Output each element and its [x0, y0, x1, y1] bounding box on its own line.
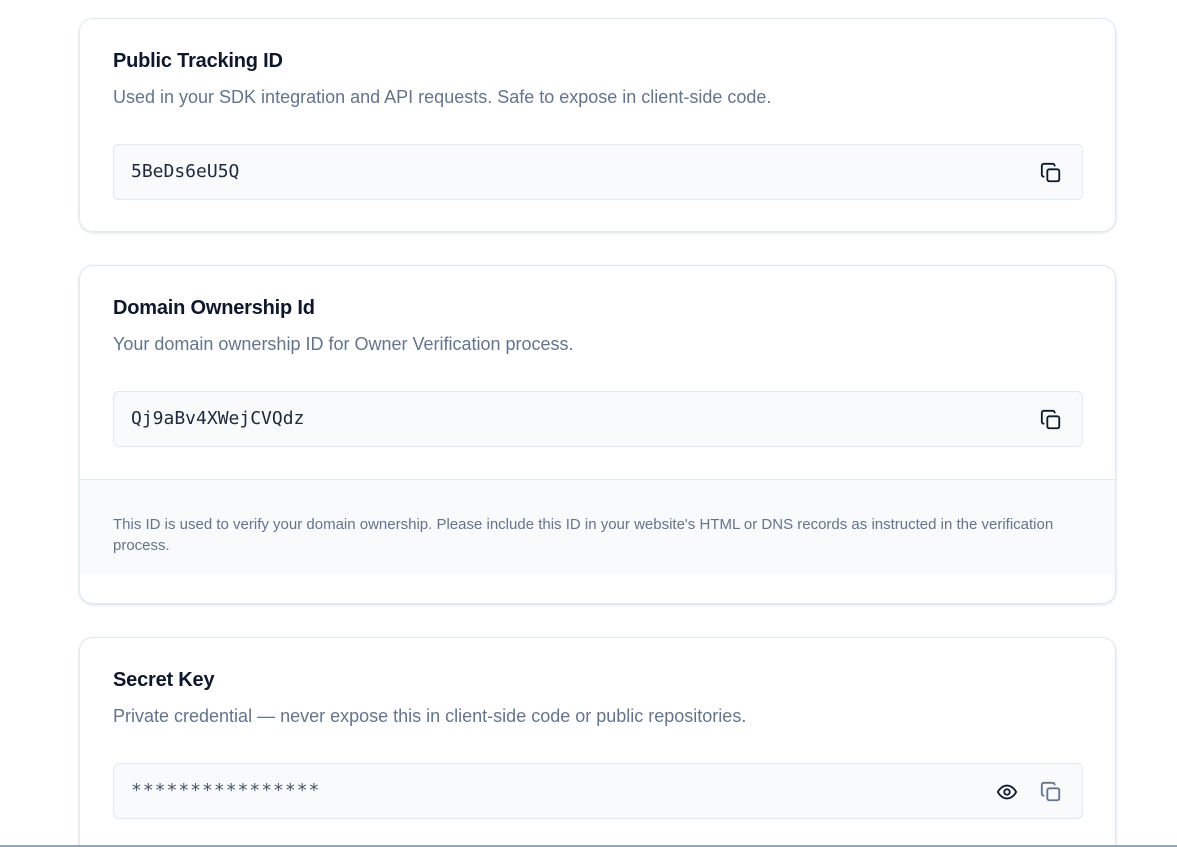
secret-key-masked-value: **************** [131, 780, 321, 801]
eye-icon [996, 784, 1018, 800]
page: Public Tracking ID Used in your SDK inte… [0, 0, 1177, 847]
verification-note: This ID is used to verify your domain ow… [80, 479, 1115, 574]
public-tracking-id-value[interactable]: 5BeDs6eU5Q [131, 161, 239, 182]
domain-ownership-id-field: Qj9aBv4XWejCVQdz [113, 391, 1083, 447]
copy-icon [1040, 162, 1061, 183]
copy-button[interactable] [1037, 159, 1065, 187]
secret-key-field: **************** [113, 763, 1083, 819]
reveal-secret-button[interactable] [993, 778, 1021, 806]
copy-button[interactable] [1037, 406, 1065, 434]
verification-note-text: This ID is used to verify your domain ow… [113, 516, 1054, 554]
public-tracking-id-card: Public Tracking ID Used in your SDK inte… [79, 18, 1116, 232]
copy-button[interactable] [1037, 778, 1065, 806]
public-tracking-id-field: 5BeDs6eU5Q [113, 144, 1083, 200]
secret-key-card: Secret Key Private credential — never ex… [79, 637, 1116, 847]
copy-icon [1040, 409, 1061, 430]
card-description: Private credential — never expose this i… [113, 706, 747, 726]
copy-icon [1040, 781, 1061, 802]
card-description: Used in your SDK integration and API req… [113, 87, 772, 107]
domain-ownership-id-card: Domain Ownership Id Your domain ownershi… [79, 265, 1116, 604]
domain-ownership-id-value[interactable]: Qj9aBv4XWejCVQdz [131, 408, 304, 429]
card-title: Secret Key [113, 669, 215, 691]
card-title: Domain Ownership Id [113, 297, 315, 319]
card-description: Your domain ownership ID for Owner Verif… [113, 334, 574, 354]
card-title: Public Tracking ID [113, 50, 283, 72]
